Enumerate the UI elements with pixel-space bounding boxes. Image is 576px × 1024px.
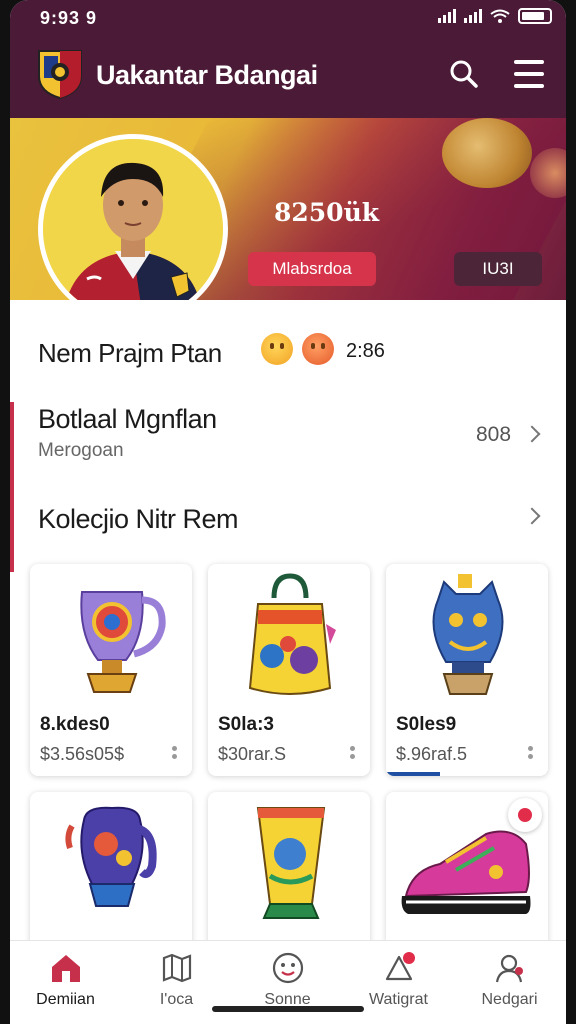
app-header: 9:93 9 Uakantar Bdangai [10,0,566,118]
trophy-vase-image [80,591,166,693]
emoji-happy-icon[interactable] [261,333,293,365]
wifi-icon [490,9,510,23]
battery-icon [518,8,552,24]
smile-icon [272,952,304,984]
product-title: 8.kdes0 [40,714,110,735]
cell-signal-icon-2 [464,9,482,23]
cat-vase-image [432,574,504,695]
notification-icon [385,952,415,981]
chevron-right-icon[interactable] [523,507,541,525]
favorite-button[interactable] [508,798,542,832]
nav-label: Nedgari [481,991,538,1008]
nav-label: Demiian [36,991,95,1008]
product-price: $3.56s05$ [40,744,125,764]
status-time: 9:93 9 [40,8,98,28]
section-title-2[interactable]: Kolecjio Nitr Rem [38,504,239,535]
product-card[interactable]: S0la:3 $30rar.S [208,564,370,776]
emoji-angry-icon[interactable] [302,333,334,365]
coin-decoration [442,118,532,188]
app-title: Uakantar Bdangai [96,60,318,90]
profile-icon [495,954,523,983]
profile-time: 2:86 [346,340,385,362]
hero-stat: 8250ük [274,198,380,227]
menu-icon[interactable] [514,60,544,88]
product-price: $30rar.S [218,744,287,764]
elephant-vase-image [65,806,157,907]
painted-jar-image [248,573,336,695]
secondary-action-button[interactable]: IU3I [454,252,542,286]
cell-signal-icon [438,9,456,23]
crest-logo[interactable] [36,48,84,100]
product-price: $.96raf.5 [396,744,468,764]
nav-item-profile[interactable]: Nedgari [454,941,565,1024]
more-options-icon[interactable] [172,746,178,762]
home-indicator[interactable] [212,1006,364,1012]
nav-item-home[interactable]: Demiian [10,941,121,1024]
section-accent [10,402,14,572]
search-icon[interactable] [448,58,480,90]
product-card[interactable]: S0les9 $.96raf.5 [386,564,548,776]
section-subtitle-1: Merogoan [38,440,124,461]
status-icons [438,8,552,24]
map-icon [162,953,192,983]
more-options-icon[interactable] [350,746,356,762]
avatar[interactable] [38,134,228,300]
painted-cup-image [256,807,326,919]
home-icon [52,955,80,982]
product-title: S0les9 [396,714,457,735]
glow-decoration [530,148,566,198]
primary-action-button[interactable]: Mlabsrdoa [248,252,376,286]
product-title: S0la:3 [218,714,274,735]
profile-name: Nem Prajm Ptan [38,338,222,368]
phone-screen: 9:93 9 Uakantar Bdangai 8250ük Mlabsrdoa… [10,0,566,1024]
section-count-1: 808 [476,423,512,446]
product-card[interactable]: 8.kdes0 $3.56s05$ [30,564,192,776]
chevron-right-icon[interactable] [523,425,541,443]
more-options-icon[interactable] [528,746,534,762]
hero-banner: 8250ük Mlabsrdoa IU3I [10,118,566,300]
section-title-1[interactable]: Botlaal Mgnflan [38,404,217,435]
avatar-portrait [43,139,223,300]
card-progress-bar [386,772,440,776]
